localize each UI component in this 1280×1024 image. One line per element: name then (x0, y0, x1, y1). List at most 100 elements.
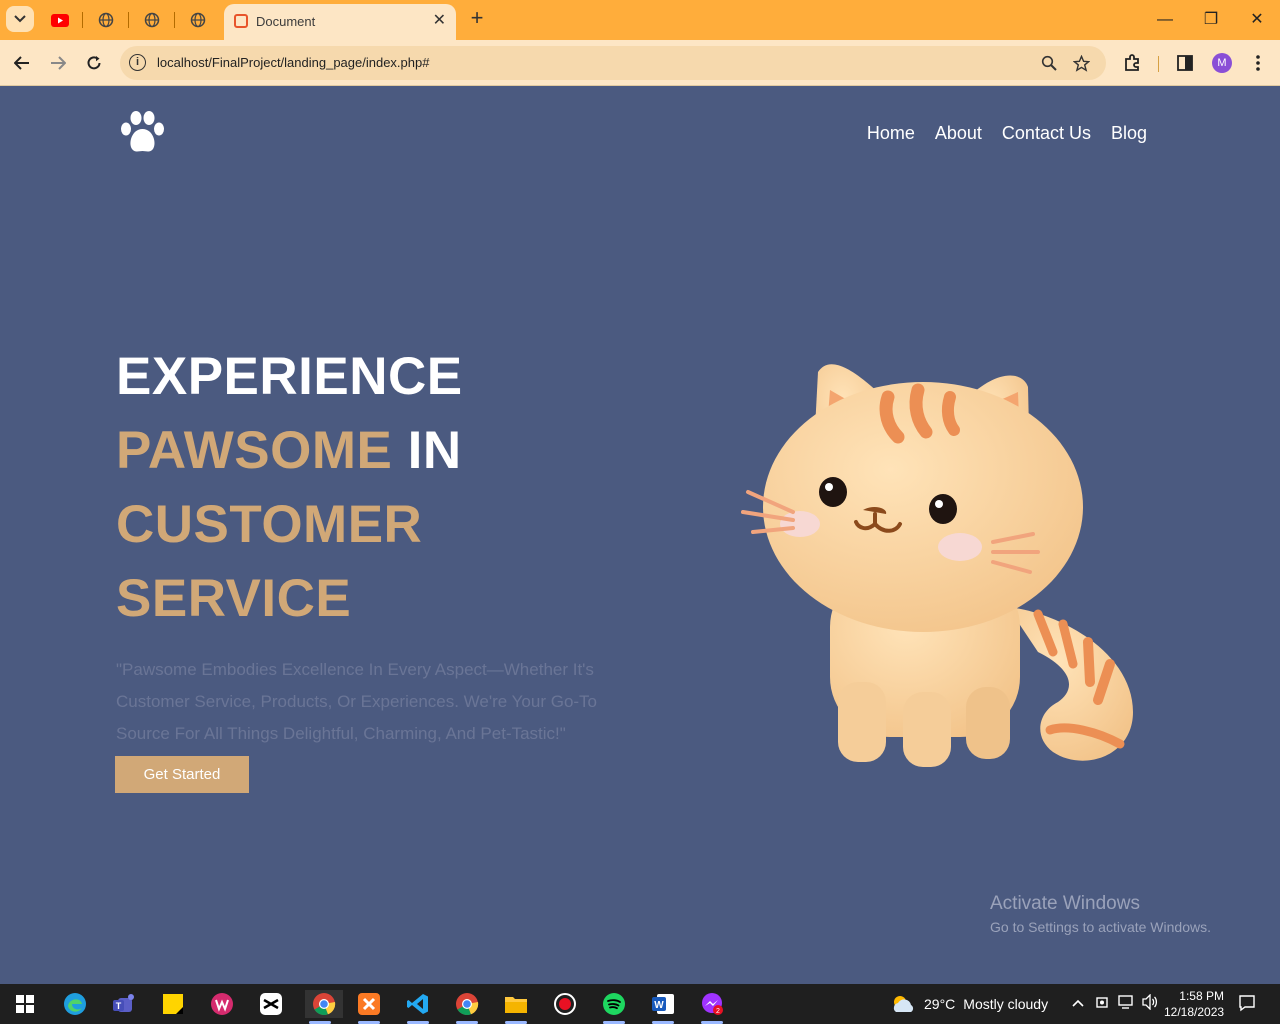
notifications-button[interactable] (1238, 994, 1256, 1015)
taskbar-word[interactable]: W (648, 990, 678, 1024)
watermark-subtitle: Go to Settings to activate Windows. (990, 919, 1211, 935)
restore-button[interactable]: ❐ (1196, 8, 1226, 32)
cloudy-weather-icon (893, 996, 914, 1012)
extensions-button[interactable] (1121, 52, 1143, 74)
windows-taskbar: T W 2 29°C Mostly cloudy 1:58 PM 12/18/2… (0, 984, 1280, 1024)
sticky-notes-icon (163, 994, 183, 1014)
hero-description: "Pawsome Embodies Excellence In Every As… (116, 660, 598, 743)
clock-date: 12/18/2023 (1164, 1005, 1225, 1019)
hero-line-3: CUSTOMER (116, 495, 423, 554)
show-hidden-icons-button[interactable] (1072, 994, 1084, 1010)
teams-icon: T (113, 994, 134, 1012)
taskbar-sticky-notes[interactable] (158, 990, 188, 1018)
volume-icon[interactable] (1142, 993, 1158, 1013)
svg-text:T: T (116, 1001, 122, 1011)
chrome-icon (456, 993, 479, 1016)
nav-contact-us[interactable]: Contact Us (1002, 123, 1091, 144)
profile-avatar[interactable]: M (1212, 53, 1232, 73)
tab-title: Document (256, 14, 316, 29)
taskbar-file-explorer[interactable] (501, 990, 531, 1024)
meet-now-icon[interactable] (1096, 994, 1110, 1013)
xampp-icon (358, 993, 380, 1015)
network-icon[interactable] (1118, 994, 1136, 1013)
minimize-button[interactable]: — (1150, 8, 1180, 32)
tab-close-icon[interactable]: ✕ (433, 10, 446, 30)
new-tab-button[interactable]: + (464, 6, 490, 32)
taskbar-vscode[interactable] (403, 990, 433, 1024)
windows-logo-icon (16, 995, 34, 1013)
capcut-icon (260, 993, 282, 1015)
zoom-icon[interactable] (1039, 53, 1059, 73)
site-info-icon[interactable]: i (129, 54, 146, 71)
network-monitor-icon (1118, 995, 1133, 1009)
weather-widget[interactable]: 29°C Mostly cloudy (890, 994, 1048, 1014)
pinned-tab-globe-2[interactable] (140, 8, 164, 32)
globe-icon (190, 12, 206, 28)
taskbar-recorder[interactable] (550, 990, 580, 1018)
chevron-up-icon (1072, 999, 1084, 1007)
vscode-icon (407, 994, 428, 1014)
hero-highlight-pawsome: PAWSOME (116, 421, 393, 480)
address-bar[interactable]: i localhost/FinalProject/landing_page/in… (120, 46, 1106, 80)
back-button[interactable] (9, 50, 35, 76)
clock-time: 1:58 PM (1179, 989, 1224, 1003)
word-icon: W (652, 994, 674, 1014)
pinned-tab-globe-1[interactable] (94, 8, 118, 32)
side-panel-button[interactable] (1174, 52, 1196, 74)
hero-word-in: IN (407, 421, 462, 480)
nav-blog[interactable]: Blog (1111, 123, 1147, 144)
taskbar-xampp[interactable] (354, 990, 384, 1024)
taskbar-teams[interactable]: T (109, 990, 139, 1018)
landing-page: Home About Contact Us Blog EXPERIENCE PA… (0, 87, 1280, 984)
chevron-down-icon (14, 15, 26, 23)
puzzle-icon (1125, 54, 1139, 71)
magnifier-icon (1041, 55, 1057, 71)
arrow-left-icon (14, 56, 29, 70)
close-window-button[interactable]: ✕ (1242, 8, 1272, 32)
folder-icon (505, 997, 527, 1013)
taskbar-edge[interactable] (60, 990, 90, 1018)
bookmark-star-button[interactable] (1071, 53, 1091, 73)
globe-icon (98, 12, 114, 28)
chrome-icon (313, 993, 336, 1016)
messenger-icon: 2 (702, 993, 723, 1015)
taskbar-messenger[interactable]: 2 (697, 990, 727, 1024)
get-started-button[interactable]: Get Started (115, 756, 249, 793)
nav-home[interactable]: Home (867, 123, 915, 144)
hero-line-2: PAWSOME IN (116, 414, 636, 488)
tab-search-button[interactable] (6, 6, 34, 32)
edge-icon (64, 993, 86, 1015)
browser-toolbar: i localhost/FinalProject/landing_page/in… (0, 40, 1280, 86)
side-panel-icon (1177, 55, 1193, 71)
svg-text:W: W (654, 1000, 664, 1011)
reload-icon (87, 56, 101, 70)
hero-section: EXPERIENCE PAWSOME IN CUSTOMER SERVICE "… (116, 340, 636, 750)
svg-text:2: 2 (716, 1008, 720, 1015)
arrow-right-icon (51, 56, 66, 70)
pinned-tab-globe-3[interactable] (186, 8, 210, 32)
reload-button[interactable] (81, 50, 107, 76)
pinned-tab-youtube[interactable] (48, 8, 72, 32)
start-button[interactable] (10, 990, 40, 1018)
globe-icon (144, 12, 160, 28)
cat-illustration (741, 364, 1133, 767)
xampp-favicon-icon (234, 14, 248, 28)
kebab-menu-icon (1256, 55, 1260, 71)
paw-logo-icon[interactable] (116, 109, 170, 157)
taskbar-wps[interactable] (207, 990, 237, 1018)
forward-button[interactable] (45, 50, 71, 76)
main-nav: Home About Contact Us Blog (867, 123, 1147, 144)
hero-line-4: SERVICE (116, 569, 352, 628)
taskbar-chrome-active[interactable] (305, 990, 343, 1024)
nav-about[interactable]: About (935, 123, 982, 144)
taskbar-capcut[interactable] (256, 990, 286, 1018)
tab-document[interactable]: Document ✕ (224, 4, 456, 40)
taskbar-chrome-2[interactable] (452, 990, 482, 1024)
weather-description: Mostly cloudy (963, 996, 1049, 1012)
taskbar-spotify[interactable] (599, 990, 629, 1024)
activate-windows-watermark: Activate Windows Go to Settings to activ… (990, 893, 1211, 935)
url-text[interactable]: localhost/FinalProject/landing_page/inde… (157, 55, 429, 70)
browser-menu-button[interactable] (1247, 52, 1269, 74)
camera-icon (1096, 997, 1108, 1008)
system-clock[interactable]: 1:58 PM 12/18/2023 (1164, 988, 1224, 1020)
